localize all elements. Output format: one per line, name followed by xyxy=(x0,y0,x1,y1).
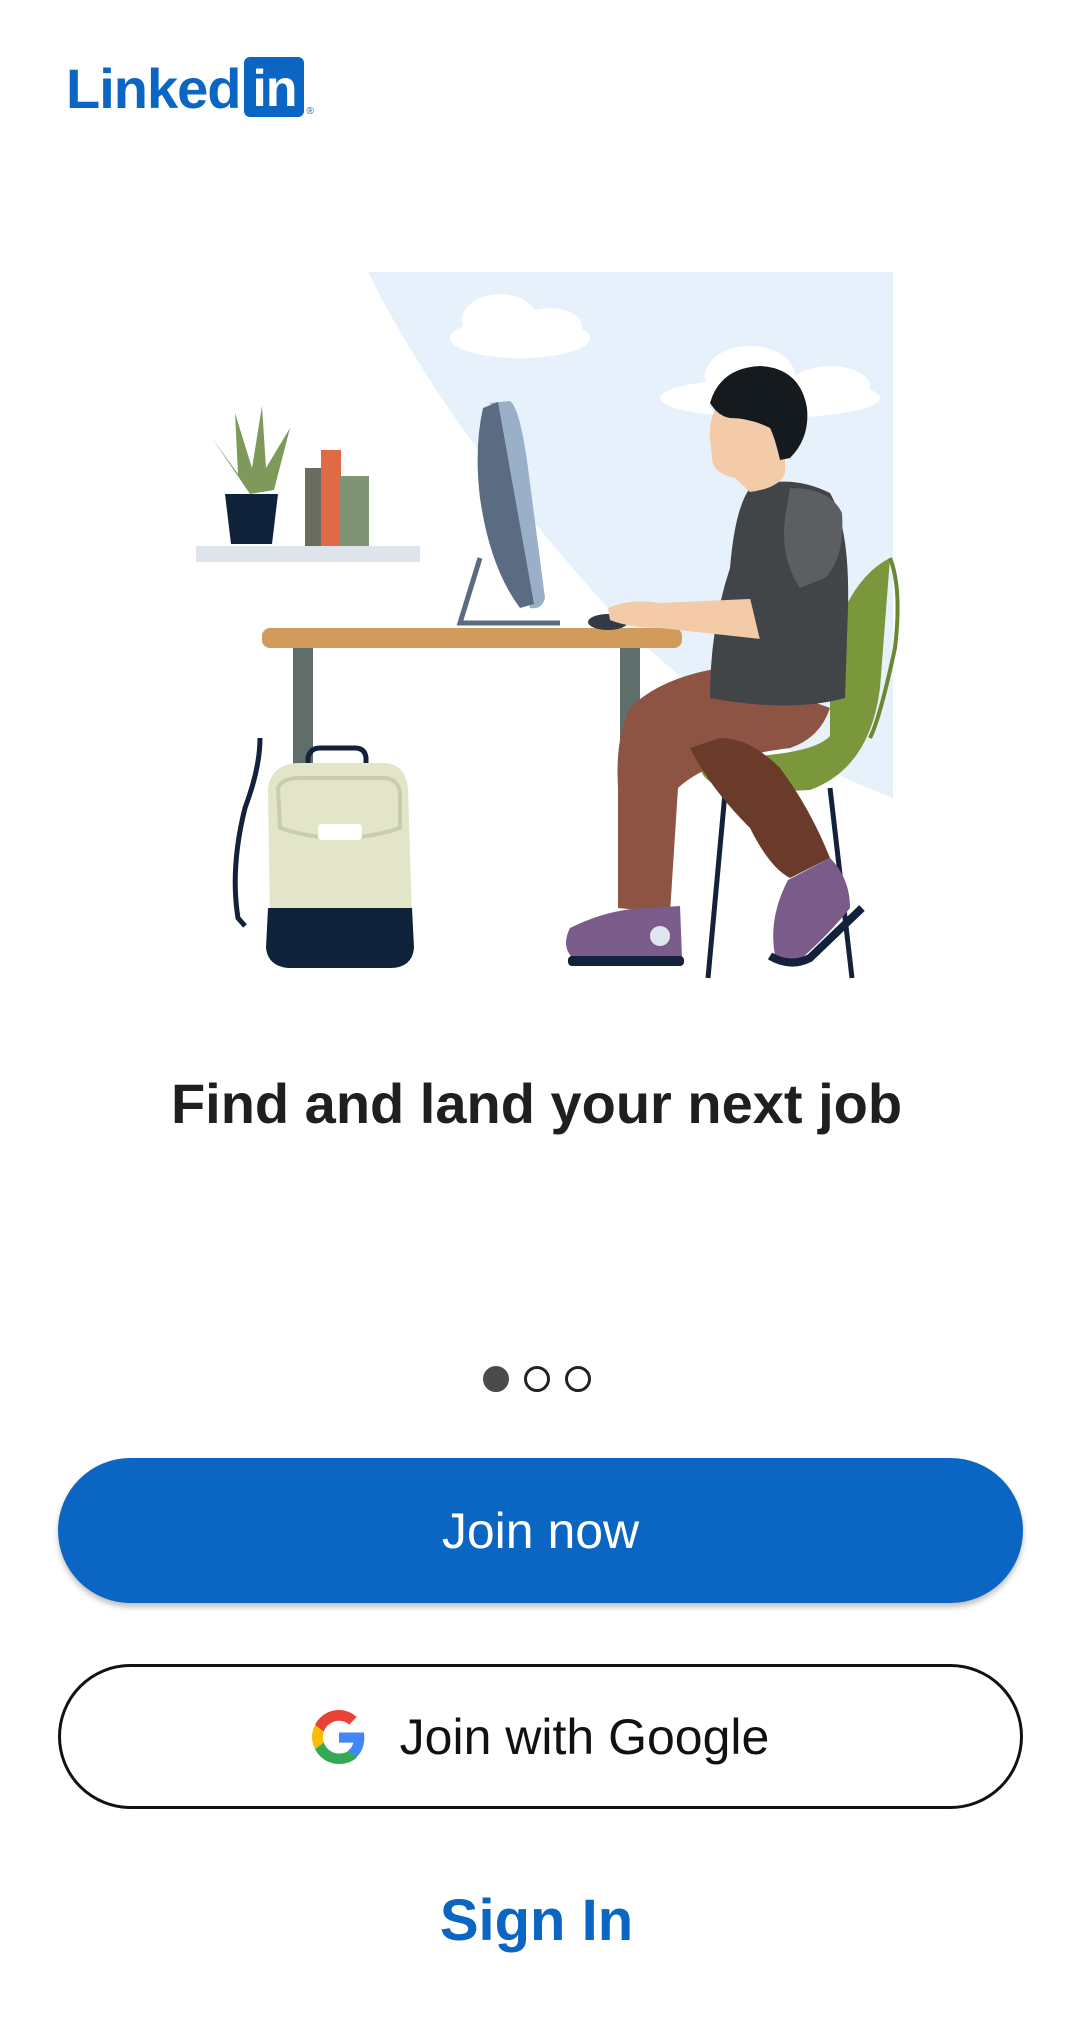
logo-in-box: in xyxy=(244,57,305,118)
logo-wordmark: Linked xyxy=(66,57,241,120)
logo-registered-mark: ® xyxy=(306,106,314,117)
welcome-screen: Linked in ® Find and land your next job … xyxy=(0,0,1073,2018)
linkedin-logo: Linked in ® xyxy=(66,55,314,120)
google-g-icon xyxy=(311,1709,364,1764)
join-now-button[interactable]: Join now xyxy=(58,1458,1023,1603)
carousel-dot-1[interactable] xyxy=(482,1366,509,1392)
join-with-google-button[interactable]: Join with Google xyxy=(58,1664,1023,1809)
page-title: Find and land your next job xyxy=(170,1072,903,1135)
carousel-pagination xyxy=(0,1366,1073,1392)
join-now-label: Join now xyxy=(441,1502,640,1559)
sign-in-link[interactable]: Sign In xyxy=(0,1885,1073,1957)
carousel-dot-3[interactable] xyxy=(564,1366,591,1392)
desk-worker-illustration xyxy=(196,272,900,979)
carousel-dot-2[interactable] xyxy=(523,1366,550,1392)
join-with-google-label: Join with Google xyxy=(399,1708,770,1765)
